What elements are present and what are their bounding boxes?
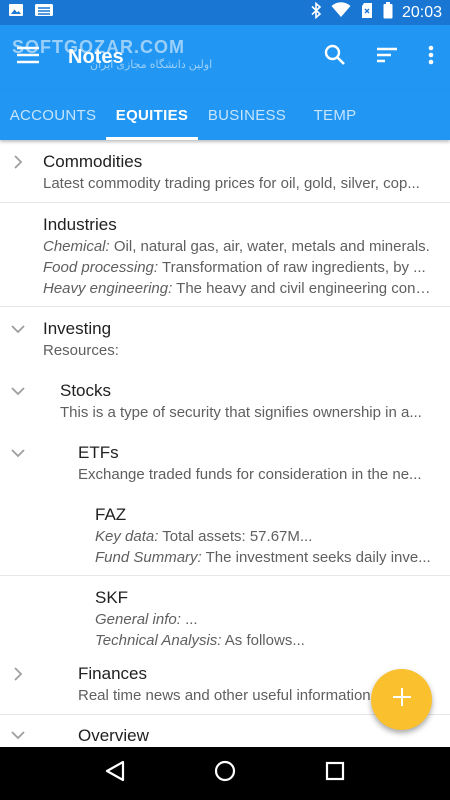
stack-icon — [34, 2, 54, 23]
tab-bar: ACCOUNTS EQUITIES BUSINESS TEMP — [0, 90, 450, 140]
status-time: 20:03 — [401, 3, 442, 21]
note-field-line: Chemical: Oil, natural gas, air, water, … — [43, 238, 430, 255]
note-field-line: Key data: Total assets: 57.67M... — [95, 528, 313, 545]
tab-label: ACCOUNTS — [9, 106, 97, 124]
note-field-line: Food processing: Transformation of raw i… — [43, 259, 426, 276]
note-title: FAZ — [95, 505, 127, 524]
recents-icon[interactable] — [325, 761, 345, 786]
note-item-stocks[interactable]: Stocks This is a type of security that s… — [0, 369, 450, 431]
add-note-button[interactable] — [371, 669, 432, 730]
note-title: Investing — [43, 319, 112, 338]
note-preview: Latest commodity trading prices for oil,… — [43, 175, 420, 192]
tab-business[interactable]: BUSINESS — [198, 90, 296, 140]
tab-label: BUSINESS — [207, 106, 287, 124]
status-bar: 20:03 — [0, 0, 450, 25]
navigation-bar — [0, 747, 450, 800]
note-title: Overview — [78, 726, 149, 745]
note-preview: Exchange traded funds for consideration … — [78, 466, 422, 483]
app-bar: Notes SOFTGOZAR.COM اولین دانشگاه مجازی … — [0, 25, 450, 90]
tab-accounts[interactable]: ACCOUNTS — [0, 90, 106, 140]
note-item-faz[interactable]: FAZ Key data: Total assets: 57.67M... Fu… — [0, 493, 450, 576]
chevron-down-icon[interactable] — [9, 444, 27, 462]
note-item-industries[interactable]: Industries Chemical: Oil, natural gas, a… — [0, 203, 450, 307]
back-icon[interactable] — [105, 760, 125, 787]
note-title: ETFs — [78, 443, 119, 462]
tab-label: TEMP — [313, 106, 357, 124]
note-title: SKF — [95, 588, 129, 607]
app-title: Notes — [68, 46, 124, 68]
note-item-investing[interactable]: Investing Resources: — [0, 307, 450, 369]
wifi-icon — [331, 2, 351, 23]
note-item-etfs[interactable]: ETFs Exchange traded funds for considera… — [0, 431, 450, 493]
note-title: Commodities — [43, 152, 143, 171]
note-title: Stocks — [60, 381, 112, 400]
tab-temp[interactable]: TEMP — [296, 90, 374, 140]
note-preview: This is a type of security that signifie… — [60, 404, 422, 421]
note-title: Industries — [43, 215, 117, 234]
image-icon — [8, 2, 24, 23]
home-icon[interactable] — [214, 760, 236, 787]
chevron-down-icon[interactable] — [9, 726, 27, 744]
tab-equities[interactable]: EQUITIES — [106, 90, 198, 140]
tab-label: EQUITIES — [115, 106, 189, 124]
more-vert-icon[interactable] — [428, 45, 434, 70]
chevron-right-icon[interactable] — [9, 153, 27, 171]
search-icon[interactable] — [324, 44, 346, 71]
note-item-skf[interactable]: SKF General info: ... Technical Analysis… — [0, 576, 450, 659]
chevron-down-icon[interactable] — [9, 382, 27, 400]
add-icon — [392, 687, 412, 712]
note-item-commodities[interactable]: Commodities Latest commodity trading pri… — [0, 140, 450, 203]
menu-icon[interactable] — [16, 45, 40, 70]
note-preview: Resources: — [43, 342, 119, 359]
no-sim-icon — [360, 2, 374, 24]
notes-list[interactable]: Commodities Latest commodity trading pri… — [0, 140, 450, 747]
sort-icon[interactable] — [376, 46, 398, 69]
note-field-line: Fund Summary: The investment seeks daily… — [95, 549, 431, 566]
note-field-line: General info: ... — [95, 611, 198, 628]
note-field-line: Technical Analysis: As follows... — [95, 632, 305, 649]
bluetooth-icon — [310, 1, 322, 24]
chevron-right-icon[interactable] — [9, 665, 27, 683]
chevron-down-icon[interactable] — [9, 320, 27, 338]
note-field-line: Heavy engineering: The heavy and civil e… — [43, 280, 434, 297]
battery-icon — [383, 1, 393, 24]
